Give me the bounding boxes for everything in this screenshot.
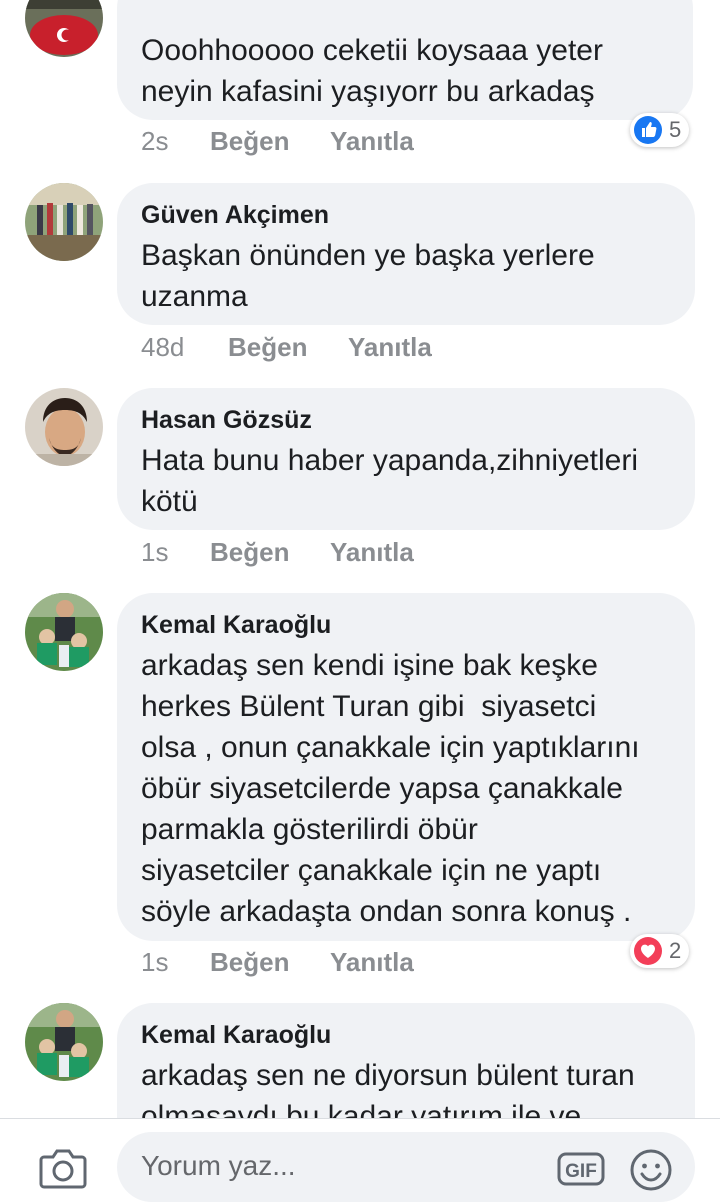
- avatar[interactable]: [25, 593, 103, 671]
- comment-bubble[interactable]: Hasan Gözsüz Hata bunu haber yapanda,zih…: [117, 388, 695, 530]
- comment-text: Başkan önünden ye başka yerlere uzanma: [141, 239, 595, 313]
- comment-time: 2s: [141, 126, 169, 156]
- avatar[interactable]: [25, 183, 103, 261]
- like-button[interactable]: Beğen: [210, 535, 289, 569]
- like-button[interactable]: Beğen: [228, 330, 307, 364]
- reaction-summary[interactable]: 5: [630, 113, 690, 147]
- like-button[interactable]: Beğen: [210, 945, 289, 979]
- reaction-summary[interactable]: 2: [630, 934, 690, 968]
- comment-time: 1s: [141, 947, 169, 977]
- love-heart-icon: [634, 937, 662, 965]
- reply-button[interactable]: Yanıtla: [330, 535, 414, 569]
- gif-icon[interactable]: GIF: [557, 1152, 605, 1191]
- reply-button[interactable]: Yanıtla: [348, 330, 432, 364]
- comment-input-placeholder: Yorum yaz...: [141, 1150, 296, 1181]
- comment-text: Ooohhooooo ceketii koysaaa yeter neyin k…: [141, 34, 603, 108]
- comment-feed[interactable]: Ooohhooooo ceketii koysaaa yeter neyin k…: [0, 0, 720, 1118]
- comment-time: 48d: [141, 332, 185, 362]
- comment-text: arkadaş sen ne diyorsun bülent turan olm…: [141, 1059, 635, 1118]
- comment-time: 1s: [141, 537, 169, 567]
- gif-label: GIF: [565, 1161, 597, 1182]
- comment-bubble[interactable]: Kemal Karaoğlu arkadaş sen kendi işine b…: [117, 593, 695, 941]
- comment-actions: 1s Beğen Yanıtla: [141, 945, 681, 979]
- reaction-count: 2: [669, 938, 682, 963]
- comment-author[interactable]: Kemal Karaoğlu: [141, 1019, 671, 1051]
- comment-bubble[interactable]: Ooohhooooo ceketii koysaaa yeter neyin k…: [117, 0, 693, 120]
- comment-actions: 48d Beğen Yanıtla: [141, 330, 681, 364]
- comment-author[interactable]: Hasan Gözsüz: [141, 404, 671, 436]
- comment-bubble[interactable]: Güven Akçimen Başkan önünden ye başka ye…: [117, 183, 695, 325]
- comment-actions: 2s Beğen Yanıtla: [141, 124, 681, 158]
- avatar[interactable]: [25, 0, 103, 57]
- comment-actions: 1s Beğen Yanıtla: [141, 535, 681, 569]
- avatar[interactable]: [25, 1003, 103, 1081]
- like-thumb-icon: [634, 116, 662, 144]
- avatar[interactable]: [25, 388, 103, 466]
- comment-bubble[interactable]: Kemal Karaoğlu arkadaş sen ne diyorsun b…: [117, 1003, 695, 1118]
- reaction-count: 5: [669, 117, 682, 142]
- reply-button[interactable]: Yanıtla: [330, 945, 414, 979]
- comment-input[interactable]: Yorum yaz... GIF: [117, 1132, 695, 1202]
- camera-icon[interactable]: [38, 1147, 88, 1196]
- comment-text: Hata bunu haber yapanda,zihniyetleri köt…: [141, 444, 639, 518]
- reply-button[interactable]: Yanıtla: [330, 124, 414, 158]
- like-button[interactable]: Beğen: [210, 124, 289, 158]
- comment-composer: Yorum yaz... GIF: [0, 1118, 720, 1202]
- comment-text: arkadaş sen kendi işine bak keşke herkes…: [141, 649, 640, 928]
- emoji-icon[interactable]: [629, 1148, 673, 1197]
- comment-author[interactable]: Güven Akçimen: [141, 199, 671, 231]
- comment-author[interactable]: Kemal Karaoğlu: [141, 609, 671, 641]
